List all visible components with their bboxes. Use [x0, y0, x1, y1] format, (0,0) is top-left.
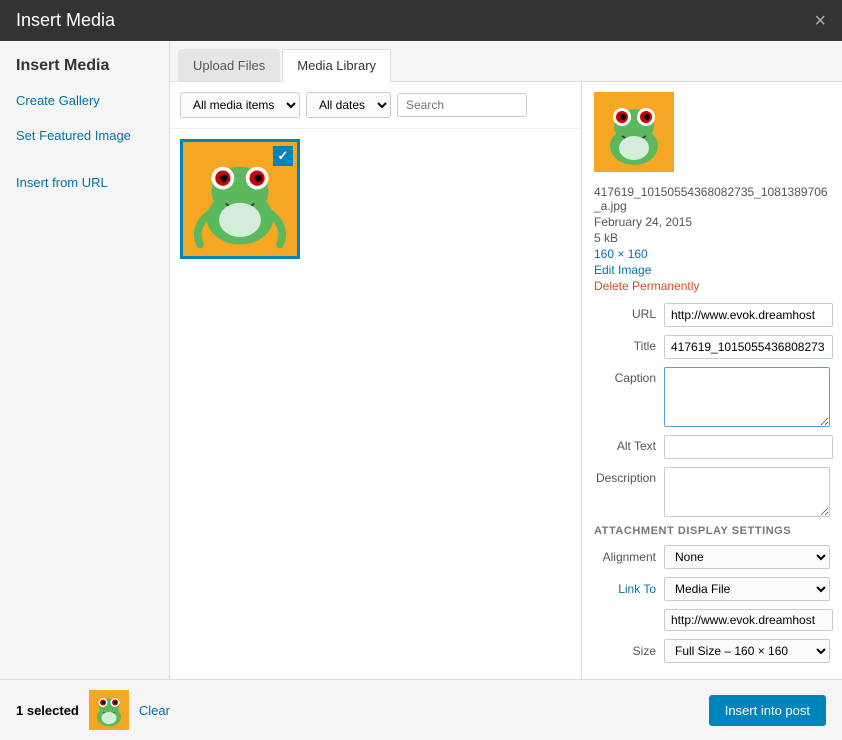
alignment-select[interactable]: None Left Center Right	[664, 545, 830, 569]
filter-bar: All media items All dates	[170, 82, 581, 129]
detail-panel: 417619_1015055436808273​5_1081389706_a.j…	[582, 82, 842, 679]
url-label: URL	[594, 303, 664, 321]
size-field-row: Size Full Size – 160 × 160 Medium Thumbn…	[594, 639, 830, 663]
media-type-filter[interactable]: All media items	[180, 92, 300, 118]
title-input[interactable]	[664, 335, 833, 359]
modal-header: Insert Media ×	[0, 0, 842, 41]
link-url-input[interactable]	[664, 609, 833, 631]
footer-selected-info: 1 selected Clear	[16, 690, 170, 730]
sidebar: Insert Media Create Gallery Set Featured…	[0, 41, 170, 679]
sidebar-item-insert-from-url[interactable]: Insert from URL	[0, 169, 169, 196]
clear-selection-link[interactable]: Clear	[139, 703, 170, 718]
link-url-field-row	[594, 609, 830, 631]
link-to-select[interactable]: Media File Attachment Page Custom URL No…	[664, 577, 830, 601]
detail-size: 5 kB	[594, 231, 830, 245]
detail-date: February 24, 2015	[594, 215, 830, 229]
tabs-bar: Upload Files Media Library	[170, 41, 842, 82]
detail-image-preview	[594, 92, 830, 175]
media-grid-container: ✓	[170, 129, 581, 679]
insert-into-post-button[interactable]: Insert into post	[709, 695, 826, 726]
selected-count: 1 selected	[16, 703, 79, 718]
caption-field-row: Caption	[594, 367, 830, 427]
description-label: Description	[594, 467, 664, 485]
alignment-label: Alignment	[594, 550, 664, 564]
search-input[interactable]	[397, 93, 527, 117]
sidebar-item-set-featured-image[interactable]: Set Featured Image	[0, 122, 169, 149]
sidebar-title: Insert Media	[0, 57, 169, 87]
description-field-row: Description	[594, 467, 830, 517]
caption-input[interactable]	[664, 367, 830, 427]
dates-filter[interactable]: All dates	[306, 92, 391, 118]
caption-label: Caption	[594, 367, 664, 385]
tab-upload-files[interactable]: Upload Files	[178, 49, 280, 81]
size-select[interactable]: Full Size – 160 × 160 Medium Thumbnail	[664, 639, 830, 663]
insert-media-modal: Insert Media × Insert Media Create Galle…	[0, 0, 842, 740]
selected-check: ✓	[273, 146, 293, 166]
grid-panel: All media items All dates	[170, 82, 582, 679]
title-label: Title	[594, 335, 664, 353]
modal-footer: 1 selected Clear Insert into post	[0, 679, 842, 740]
tab-media-library[interactable]: Media Library	[282, 49, 391, 82]
alignment-field-row: Alignment None Left Center Right	[594, 545, 830, 569]
link-to-label: Link To	[594, 582, 664, 596]
detail-filename: 417619_1015055436808273​5_1081389706_a.j…	[594, 185, 830, 213]
size-label: Size	[594, 644, 664, 658]
main-content: Upload Files Media Library All media ite…	[170, 41, 842, 679]
delete-permanently-link[interactable]: Delete Permanently	[594, 279, 830, 293]
footer-thumbnail	[89, 690, 129, 730]
alt-text-input[interactable]	[664, 435, 833, 459]
sidebar-item-create-gallery[interactable]: Create Gallery	[0, 87, 169, 114]
modal-title: Insert Media	[16, 10, 115, 31]
attachment-settings-label: ATTACHMENT DISPLAY SETTINGS	[594, 525, 830, 537]
alt-text-field-row: Alt Text	[594, 435, 830, 459]
close-button[interactable]: ×	[814, 11, 826, 31]
media-grid: ✓	[180, 139, 571, 259]
edit-image-link[interactable]: Edit Image	[594, 263, 830, 277]
alt-text-label: Alt Text	[594, 435, 664, 453]
media-item[interactable]: ✓	[180, 139, 300, 259]
media-area: All media items All dates	[170, 82, 842, 679]
link-to-field-row: Link To Media File Attachment Page Custo…	[594, 577, 830, 601]
title-field-row: Title	[594, 335, 830, 359]
detail-dimensions[interactable]: 160 × 160	[594, 247, 830, 261]
url-input[interactable]	[664, 303, 833, 327]
modal-body: Insert Media Create Gallery Set Featured…	[0, 41, 842, 679]
description-input[interactable]	[664, 467, 830, 517]
url-field-row: URL	[594, 303, 830, 327]
